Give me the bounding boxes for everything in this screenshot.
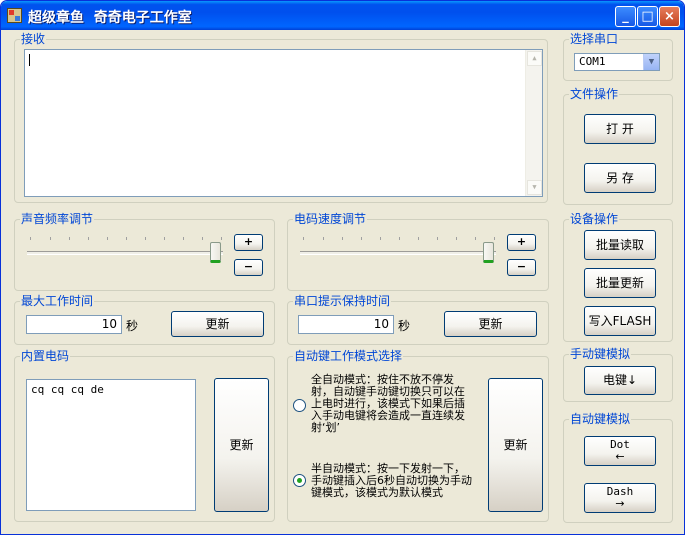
code-speed-plus-button[interactable]: + xyxy=(507,234,536,251)
device-ops-group: 设备操作 批量读取 批量更新 写入FLASH xyxy=(563,212,673,342)
port-hint-time-unit: 秒 xyxy=(398,319,411,333)
port-hint-time-legend: 串口提示保持时间 xyxy=(293,294,392,308)
serial-port-select[interactable]: COM1 ▼ xyxy=(574,53,660,71)
batch-update-button[interactable]: 批量更新 xyxy=(584,268,656,298)
sound-freq-group: 声音频率调节 + − xyxy=(14,212,275,291)
scroll-up-icon[interactable]: ▲ xyxy=(527,51,542,66)
dot-button[interactable]: Dot ← xyxy=(584,436,656,466)
slider-thumb[interactable] xyxy=(210,242,221,263)
right-arrow-icon: → xyxy=(615,497,625,510)
scroll-down-icon[interactable]: ▼ xyxy=(527,180,542,195)
receive-legend: 接收 xyxy=(20,32,47,46)
builtin-code-update-button[interactable]: 更新 xyxy=(214,378,269,512)
max-work-time-legend: 最大工作时间 xyxy=(20,294,95,308)
auto-key-legend: 自动键模拟 xyxy=(569,412,632,426)
semi-auto-label[interactable]: 半自动模式：按一下发射一下， 手动键插入后6秒自动切换为手动 键模式，该模式为默… xyxy=(311,463,472,499)
minimize-button[interactable]: _ xyxy=(615,6,636,27)
main-window: 超级章鱼 奇奇电子工作室 _ □ × 接收 ▲ ▼ 选择串口 COM1 ▼ 文件… xyxy=(0,0,685,535)
file-ops-group: 文件操作 打 开 另 存 xyxy=(563,87,673,205)
chevron-down-icon[interactable]: ▼ xyxy=(643,54,659,70)
sound-freq-plus-button[interactable]: + xyxy=(234,234,263,251)
serial-port-legend: 选择串口 xyxy=(569,32,620,46)
save-as-button[interactable]: 另 存 xyxy=(584,163,656,193)
write-flash-button[interactable]: 写入FLASH xyxy=(584,306,656,336)
max-work-time-input[interactable]: 10 xyxy=(26,315,122,334)
auto-mode-legend: 自动键工作模式选择 xyxy=(293,349,404,363)
manual-key-legend: 手动键模拟 xyxy=(569,347,632,361)
sound-freq-legend: 声音频率调节 xyxy=(20,212,95,226)
dash-button[interactable]: Dash → xyxy=(584,483,656,513)
device-ops-legend: 设备操作 xyxy=(569,212,620,226)
sound-freq-slider[interactable] xyxy=(27,237,223,267)
builtin-code-legend: 内置电码 xyxy=(20,349,71,363)
max-work-time-group: 最大工作时间 10 秒 更新 xyxy=(14,294,275,345)
serial-port-value: COM1 xyxy=(579,55,606,68)
port-hint-time-group: 串口提示保持时间 10 秒 更新 xyxy=(287,294,549,345)
auto-mode-update-button[interactable]: 更新 xyxy=(488,378,543,512)
auto-mode-group: 自动键工作模式选择 全自动模式：按住不放不停发 射，自动键手动键切换只可以在 上… xyxy=(287,349,549,522)
builtin-code-group: 内置电码 cq cq cq de 更新 xyxy=(14,349,275,522)
semi-auto-radio[interactable] xyxy=(293,474,306,487)
batch-read-button[interactable]: 批量读取 xyxy=(584,230,656,260)
title-bar[interactable]: 超级章鱼 奇奇电子工作室 _ □ × xyxy=(1,1,684,30)
full-auto-label[interactable]: 全自动模式：按住不放不停发 射，自动键手动键切换只可以在 上电时进行，该模式下如… xyxy=(311,374,465,434)
receive-scrollbar[interactable]: ▲ ▼ xyxy=(525,50,542,196)
code-speed-minus-button[interactable]: − xyxy=(507,259,536,276)
slider-thumb[interactable] xyxy=(483,242,494,263)
receive-textarea[interactable]: ▲ ▼ xyxy=(24,49,543,197)
left-arrow-icon: ← xyxy=(615,450,625,463)
auto-key-group: 自动键模拟 Dot ← Dash → xyxy=(563,412,673,523)
max-work-time-unit: 秒 xyxy=(126,319,139,333)
maximize-button[interactable]: □ xyxy=(637,6,658,27)
code-speed-group: 电码速度调节 + − xyxy=(287,212,549,291)
slider-track xyxy=(300,251,496,255)
open-button[interactable]: 打 开 xyxy=(584,114,656,144)
port-hint-time-input[interactable]: 10 xyxy=(298,315,394,334)
manual-key-button[interactable]: 电键↓ xyxy=(584,366,656,395)
slider-track xyxy=(27,251,223,255)
full-auto-radio[interactable] xyxy=(293,399,306,412)
builtin-code-textarea[interactable]: cq cq cq de xyxy=(26,379,196,511)
manual-key-group: 手动键模拟 电键↓ xyxy=(563,347,673,402)
code-speed-legend: 电码速度调节 xyxy=(293,212,368,226)
text-caret xyxy=(29,54,30,66)
code-speed-slider[interactable] xyxy=(300,237,496,267)
port-hint-time-update-button[interactable]: 更新 xyxy=(444,311,537,337)
close-button[interactable]: × xyxy=(659,6,680,27)
receive-group: 接收 ▲ ▼ xyxy=(14,32,548,203)
file-ops-legend: 文件操作 xyxy=(569,87,620,101)
window-title: 超级章鱼 奇奇电子工作室 xyxy=(28,10,192,26)
serial-port-group: 选择串口 COM1 ▼ xyxy=(563,32,673,81)
sound-freq-minus-button[interactable]: − xyxy=(234,259,263,276)
app-icon[interactable] xyxy=(7,8,22,23)
max-work-time-update-button[interactable]: 更新 xyxy=(171,311,264,337)
